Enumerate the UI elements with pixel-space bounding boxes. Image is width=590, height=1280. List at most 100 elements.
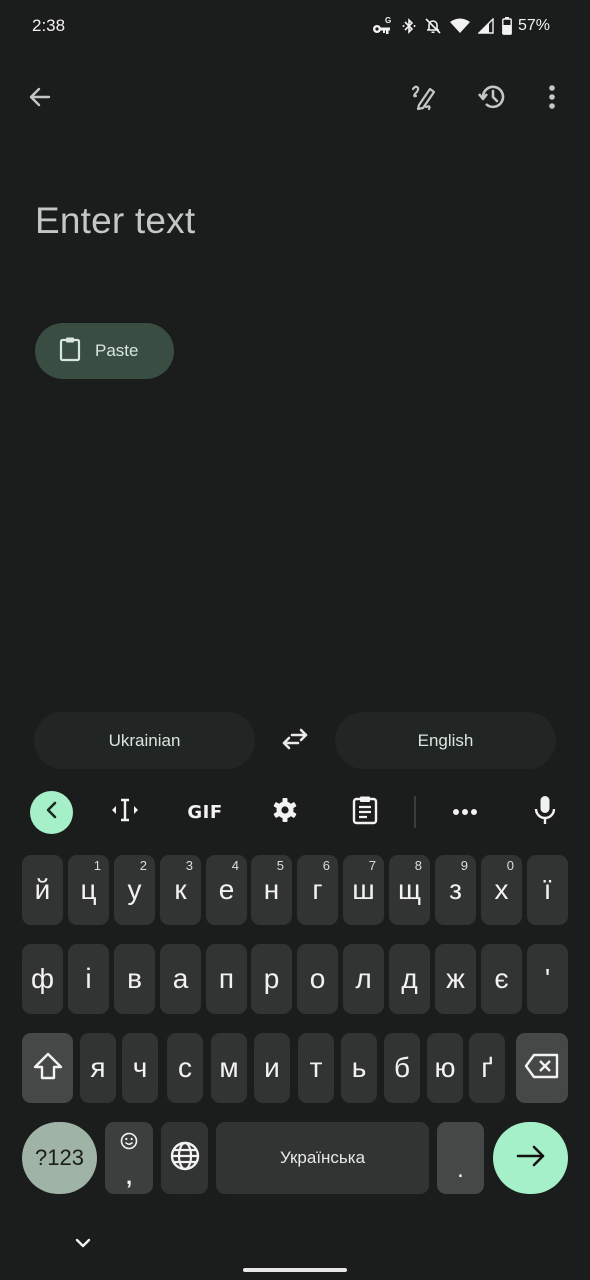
key-char: о [309, 963, 326, 994]
key-char: к [174, 874, 187, 905]
gif-button[interactable]: GIF [183, 790, 227, 834]
mic-icon [534, 795, 556, 830]
key-char: м [219, 1052, 239, 1083]
symbols-key[interactable]: ?123 [22, 1122, 97, 1194]
key[interactable]: р [251, 944, 292, 1014]
key-char: г [312, 874, 323, 905]
battery-icon [502, 17, 512, 35]
swap-languages-button[interactable] [274, 720, 316, 762]
target-language-button[interactable]: English [335, 712, 556, 769]
comma-key[interactable]: , [105, 1122, 153, 1194]
key[interactable]: з9 [435, 855, 476, 925]
notifications-off-icon [424, 17, 442, 35]
gif-label: GIF [187, 801, 223, 823]
bluetooth-icon [402, 17, 416, 35]
key[interactable]: т [298, 1033, 334, 1103]
key[interactable]: ь [341, 1033, 377, 1103]
clipboard-icon [352, 795, 378, 830]
toolbar-collapse-button[interactable] [30, 791, 73, 834]
key-char: ґ [481, 1052, 493, 1083]
key-hint: 4 [231, 858, 239, 873]
paste-button[interactable]: Paste [35, 323, 174, 379]
key[interactable]: у2 [114, 855, 155, 925]
key-hint: 5 [276, 858, 284, 873]
globe-icon [169, 1140, 201, 1177]
source-language-button[interactable]: Ukrainian [34, 712, 255, 769]
key[interactable]: с [167, 1033, 203, 1103]
more-options-button[interactable] [530, 77, 574, 121]
clipboard-button[interactable] [343, 790, 387, 834]
key[interactable]: ц1 [68, 855, 109, 925]
period-key[interactable]: . [437, 1122, 484, 1194]
text-input[interactable]: Enter text [35, 200, 195, 242]
key-char: ш [352, 874, 375, 905]
key[interactable]: а [160, 944, 201, 1014]
key[interactable]: л [343, 944, 384, 1014]
key[interactable]: и [254, 1033, 290, 1103]
shift-key[interactable] [22, 1033, 73, 1103]
enter-key[interactable] [493, 1122, 568, 1194]
history-icon [477, 82, 507, 117]
status-bar: 2:38 G 57% [0, 0, 590, 52]
cursor-control-button[interactable] [103, 790, 147, 834]
clipboard-icon [59, 336, 81, 367]
key[interactable]: д [389, 944, 430, 1014]
key[interactable]: х0 [481, 855, 522, 925]
key-char: р [263, 963, 280, 994]
key[interactable]: п [206, 944, 247, 1014]
key-char: б [393, 1052, 411, 1083]
key[interactable]: м [211, 1033, 247, 1103]
key-char: щ [397, 874, 422, 905]
key[interactable]: ж [435, 944, 476, 1014]
status-icons: G 57% [372, 15, 550, 37]
language-switch-key[interactable] [161, 1122, 208, 1194]
voice-input-button[interactable] [523, 790, 567, 834]
key[interactable]: е4 [206, 855, 247, 925]
app-bar [0, 70, 590, 128]
key[interactable]: я [80, 1033, 116, 1103]
key[interactable]: і [68, 944, 109, 1014]
key[interactable]: о [297, 944, 338, 1014]
key[interactable]: г6 [297, 855, 338, 925]
key[interactable]: є [481, 944, 522, 1014]
key-char: ф [30, 963, 55, 994]
settings-icon [271, 796, 299, 829]
key[interactable]: ф [22, 944, 63, 1014]
back-button[interactable] [18, 77, 62, 121]
key[interactable]: ґ [469, 1033, 505, 1103]
key-char: ч [132, 1052, 148, 1083]
key[interactable]: й [22, 855, 63, 925]
space-key[interactable]: Українська [216, 1122, 429, 1194]
keyboard-hide-button[interactable] [70, 1232, 96, 1258]
key-char: у [127, 874, 142, 905]
key[interactable]: в [114, 944, 155, 1014]
key-char: й [34, 874, 51, 905]
handwriting-button[interactable] [401, 77, 445, 121]
keyboard-settings-button[interactable] [263, 790, 307, 834]
gesture-navigation-bar[interactable] [243, 1268, 347, 1272]
more-vert-icon [548, 84, 556, 115]
period-label: . [457, 1156, 464, 1183]
key-char: ю [434, 1052, 456, 1083]
key-char: і [85, 963, 92, 994]
key-hint: 1 [93, 858, 101, 873]
key[interactable]: б [384, 1033, 420, 1103]
emoji-icon [120, 1132, 138, 1155]
key[interactable]: к3 [160, 855, 201, 925]
history-button[interactable] [470, 77, 514, 121]
key-char: ї [543, 874, 552, 905]
key[interactable]: ш7 [343, 855, 384, 925]
key-hint: 8 [414, 858, 422, 873]
key[interactable]: н5 [251, 855, 292, 925]
key[interactable]: ' [527, 944, 568, 1014]
backspace-icon [524, 1053, 560, 1084]
backspace-key[interactable] [516, 1033, 568, 1103]
key[interactable]: ю [427, 1033, 463, 1103]
keyboard-toolbar: GIF [0, 780, 590, 844]
key[interactable]: ч [122, 1033, 158, 1103]
key[interactable]: щ8 [389, 855, 430, 925]
vpn-key-icon: G [372, 16, 394, 36]
key-char: и [264, 1052, 280, 1083]
key[interactable]: ї [527, 855, 568, 925]
toolbar-more-button[interactable] [443, 790, 487, 834]
